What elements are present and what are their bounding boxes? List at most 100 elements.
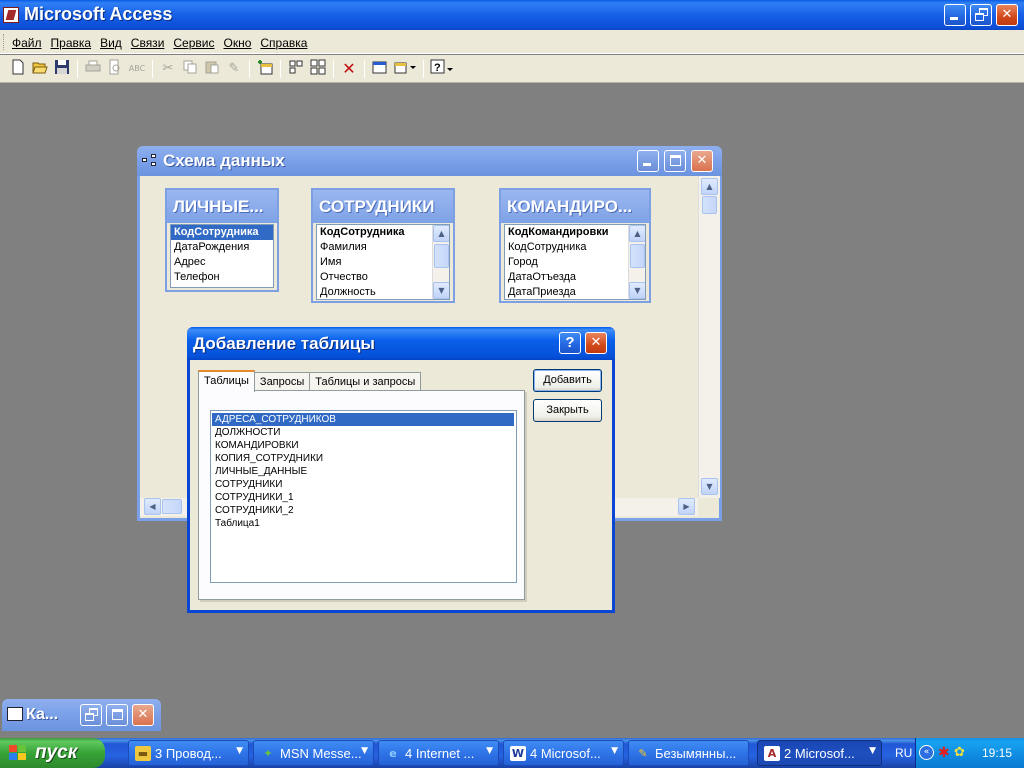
field-item[interactable]: ДатаОтъезда: [505, 270, 645, 285]
minwin-maximize-button[interactable]: [106, 704, 128, 726]
menu-grip[interactable]: [3, 34, 6, 50]
scroll-down-button[interactable]: ▼: [433, 282, 449, 299]
taskbar-item-ie[interactable]: e 4 Internet ... ▼: [378, 740, 499, 766]
taskbar-item-paint[interactable]: ✎ Безымянны...: [628, 740, 749, 766]
scroll-right-button[interactable]: ▶: [678, 498, 695, 515]
relationships-window-title-bar[interactable]: Схема данных ✕: [137, 146, 722, 176]
save-icon[interactable]: [52, 59, 72, 79]
field-item[interactable]: Должность: [317, 285, 449, 299]
table-box-personal[interactable]: ЛИЧНЫЕ... КодСотрудника ДатаРождения Адр…: [165, 188, 279, 292]
table-box-header[interactable]: КОМАНДИРО...: [501, 190, 649, 223]
close-button[interactable]: Закрыть: [533, 399, 602, 422]
scroll-thumb[interactable]: [702, 196, 717, 214]
dialog-close-button[interactable]: ✕: [585, 332, 607, 354]
list-item[interactable]: Таблица1: [212, 517, 514, 530]
field-list[interactable]: КодКомандировки КодСотрудника Город Дата…: [504, 224, 646, 300]
schema-maximize-button[interactable]: [664, 150, 686, 172]
minimized-window[interactable]: Ка... ✕: [2, 699, 161, 731]
field-list[interactable]: КодСотрудника Фамилия Имя Отчество Должн…: [316, 224, 450, 300]
taskbar-item-msn[interactable]: ✦ MSN Messe... ▼: [253, 740, 374, 766]
add-table-dialog[interactable]: Добавление таблицы ? ✕ Таблицы Запросы Т…: [187, 327, 615, 613]
field-item[interactable]: Телефон: [171, 270, 273, 285]
app-title-bar[interactable]: Microsoft Access ✕: [0, 0, 1024, 30]
vertical-scrollbar[interactable]: ▲ ▼: [628, 225, 645, 299]
tray-app-icon[interactable]: ✿: [954, 745, 965, 760]
tab-tables[interactable]: Таблицы: [198, 370, 255, 392]
field-item[interactable]: КодКомандировки: [505, 225, 645, 240]
list-item[interactable]: СОТРУДНИКИ_1: [212, 491, 514, 504]
delete-icon[interactable]: ✕: [339, 59, 359, 79]
print-icon[interactable]: [83, 59, 103, 79]
field-item[interactable]: КодСотрудника: [317, 225, 449, 240]
table-box-trips[interactable]: КОМАНДИРО... КодКомандировки КодСотрудни…: [499, 188, 651, 303]
minwin-restore-button[interactable]: [80, 704, 102, 726]
cut-icon[interactable]: ✂: [158, 59, 178, 79]
restore-button[interactable]: [970, 4, 992, 26]
scroll-thumb[interactable]: [630, 244, 645, 268]
format-painter-icon[interactable]: ✎: [224, 59, 244, 79]
help-button[interactable]: ?: [559, 332, 581, 354]
scroll-down-button[interactable]: ▼: [701, 478, 718, 495]
antivirus-icon[interactable]: ✱: [938, 745, 950, 761]
new-object-icon[interactable]: [392, 59, 418, 79]
field-item[interactable]: КодСотрудника: [171, 225, 273, 240]
scroll-left-button[interactable]: ◀: [144, 498, 161, 515]
table-box-header[interactable]: СОТРУДНИКИ: [313, 190, 453, 223]
database-window-icon[interactable]: [370, 59, 390, 79]
field-item[interactable]: ДатаРождения: [171, 240, 273, 255]
menu-view[interactable]: Вид: [100, 36, 122, 50]
language-indicator[interactable]: RU: [895, 746, 912, 760]
dialog-title-bar[interactable]: Добавление таблицы ? ✕: [187, 327, 615, 360]
field-item[interactable]: Адрес: [171, 255, 273, 270]
table-list[interactable]: АДРЕСА_СОТРУДНИКОВ ДОЛЖНОСТИ КОМАНДИРОВК…: [210, 410, 517, 583]
clock[interactable]: 19:15: [982, 746, 1012, 760]
field-item[interactable]: КодСотрудника: [505, 240, 645, 255]
menu-relationships[interactable]: Связи: [131, 36, 165, 50]
access-icon[interactable]: [3, 7, 19, 23]
field-item[interactable]: Фамилия: [317, 240, 449, 255]
minimize-button[interactable]: [944, 4, 966, 26]
menu-help[interactable]: Справка: [260, 36, 307, 50]
paste-icon[interactable]: [202, 59, 222, 79]
spelling-icon[interactable]: ABC: [127, 59, 147, 79]
menu-file[interactable]: Файл: [12, 36, 42, 50]
list-item[interactable]: КОМАНДИРОВКИ: [212, 439, 514, 452]
list-item[interactable]: СОТРУДНИКИ: [212, 478, 514, 491]
minwin-close-button[interactable]: ✕: [132, 704, 154, 726]
tab-tables-and-queries[interactable]: Таблицы и запросы: [309, 372, 422, 392]
show-hidden-icons-icon[interactable]: «: [919, 745, 934, 760]
table-box-employees[interactable]: СОТРУДНИКИ КодСотрудника Фамилия Имя Отч…: [311, 188, 455, 303]
menu-tools[interactable]: Сервис: [173, 36, 214, 50]
copy-icon[interactable]: [180, 59, 200, 79]
scroll-up-button[interactable]: ▲: [629, 225, 645, 242]
field-item[interactable]: Отчество: [317, 270, 449, 285]
list-item[interactable]: ДОЛЖНОСТИ: [212, 426, 514, 439]
show-direct-icon[interactable]: [286, 59, 306, 79]
schema-close-button[interactable]: ✕: [691, 150, 713, 172]
start-button[interactable]: пуск: [0, 738, 105, 768]
taskbar-item-word[interactable]: W 4 Microsof... ▼: [503, 740, 624, 766]
field-item[interactable]: ДатаПриезда: [505, 285, 645, 299]
list-item[interactable]: ЛИЧНЫЕ_ДАННЫЕ: [212, 465, 514, 478]
list-item[interactable]: КОПИЯ_СОТРУДНИКИ: [212, 452, 514, 465]
vertical-scrollbar[interactable]: ▲ ▼: [432, 225, 449, 299]
scroll-thumb[interactable]: [434, 244, 449, 268]
show-all-icon[interactable]: [308, 59, 328, 79]
new-icon[interactable]: [8, 59, 28, 79]
scroll-up-button[interactable]: ▲: [701, 178, 718, 195]
taskbar-item-explorer[interactable]: ▬ 3 Провод... ▼: [128, 740, 249, 766]
field-item[interactable]: Город: [505, 255, 645, 270]
tab-queries[interactable]: Запросы: [253, 372, 311, 392]
close-button[interactable]: ✕: [996, 4, 1018, 26]
schema-minimize-button[interactable]: [637, 150, 659, 172]
field-item[interactable]: Имя: [317, 255, 449, 270]
open-icon[interactable]: [30, 59, 50, 79]
table-box-header[interactable]: ЛИЧНЫЕ...: [167, 190, 277, 223]
list-item[interactable]: АДРЕСА_СОТРУДНИКОВ: [212, 413, 514, 426]
add-button[interactable]: Добавить: [533, 369, 602, 392]
show-table-icon[interactable]: [255, 59, 275, 79]
scroll-up-button[interactable]: ▲: [433, 225, 449, 242]
taskbar-item-access[interactable]: A 2 Microsof... ▼: [757, 740, 882, 766]
print-preview-icon[interactable]: [105, 59, 125, 79]
schema-vertical-scrollbar[interactable]: ▲ ▼: [698, 176, 720, 498]
